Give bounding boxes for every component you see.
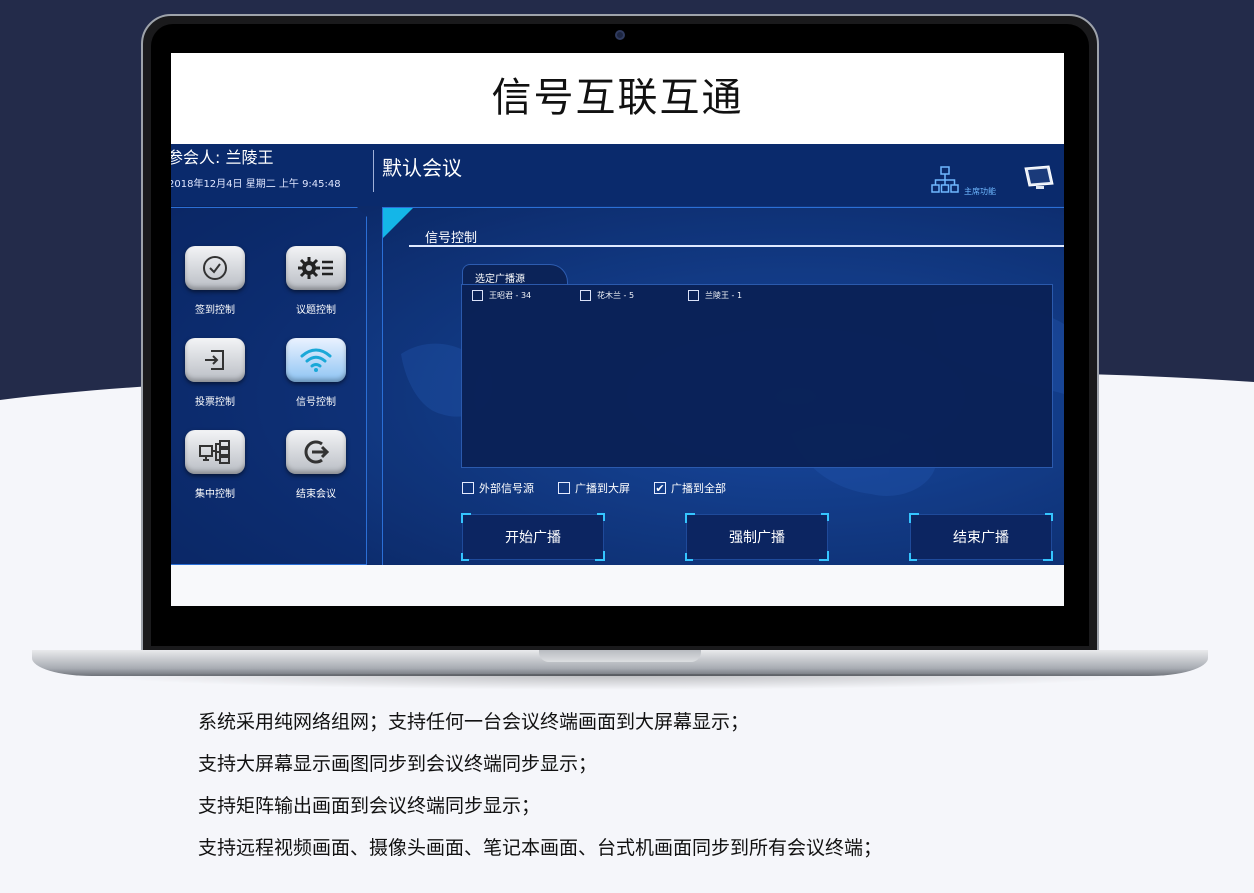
sidebar: 签到控制 议题控制 投票控制 信号控制 集中控制 结束会议: [171, 207, 367, 565]
sidebar-item-checkin[interactable]: 签到控制: [185, 246, 245, 316]
laptop-notch: [539, 650, 701, 662]
enter-icon[interactable]: [185, 338, 245, 382]
checkbox[interactable]: [472, 290, 483, 301]
network-icon[interactable]: [185, 430, 245, 474]
checkbox[interactable]: [558, 482, 570, 494]
end-broadcast-button[interactable]: 结束广播: [909, 513, 1053, 561]
participant-name: 参会人: 兰陵王: [171, 148, 274, 167]
description-line: 支持远程视频画面、摄像头画面、笔记本画面、台式机画面同步到所有会议终端；: [198, 837, 883, 859]
check-icon[interactable]: [185, 246, 245, 290]
broadcast-options: 外部信号源 广播到大屏 ✔ 广播到全部: [462, 480, 750, 496]
checkbox[interactable]: [580, 290, 591, 301]
start-broadcast-button[interactable]: 开始广播: [461, 513, 605, 561]
broadcast-source-list: 王昭君 - 34 花木兰 - 5 兰陵王 - 1: [461, 284, 1053, 468]
source-item[interactable]: 兰陵王 - 1: [688, 290, 796, 301]
option-label: 广播到大屏: [575, 482, 630, 495]
meeting-name: 默认会议: [382, 156, 462, 180]
sidebar-item-label: 信号控制: [296, 397, 336, 408]
laptop-screen: 信号互联互通 参会人: 兰陵王 2018年12月4日 星期二 上午 9:45:4…: [171, 53, 1064, 606]
sidebar-item-end-meeting[interactable]: 结束会议: [286, 430, 346, 500]
option-external-source[interactable]: 外部信号源: [462, 480, 534, 496]
description-line: 支持大屏幕显示画图同步到会议终端同步显示；: [198, 753, 598, 775]
sidebar-item-label: 结束会议: [296, 489, 336, 500]
conference-app: 参会人: 兰陵王 2018年12月4日 星期二 上午 9:45:48 默认会议 …: [171, 144, 1064, 565]
sidebar-item-label: 签到控制: [195, 305, 235, 316]
date-time: 2018年12月4日 星期二 上午 9:45:48: [171, 179, 341, 190]
screen-bottom-strip: [171, 565, 1064, 606]
sidebar-item-signal[interactable]: 信号控制: [286, 338, 346, 408]
screen-title: 信号互联互通: [171, 53, 1064, 144]
description-line: 支持矩阵输出画面到会议终端同步显示；: [198, 795, 541, 817]
option-label: 外部信号源: [479, 482, 534, 495]
header-divider: [373, 150, 374, 192]
host-function-icon[interactable]: [931, 166, 959, 194]
sidebar-item-label: 议题控制: [296, 305, 336, 316]
host-function-label[interactable]: 主席功能: [964, 186, 996, 197]
tab-broadcast-source[interactable]: 选定广播源: [462, 264, 568, 286]
source-item[interactable]: 王昭君 - 34: [472, 290, 580, 301]
option-label: 广播到全部: [671, 482, 726, 495]
checkbox[interactable]: [688, 290, 699, 301]
source-label: 兰陵王 - 1: [705, 291, 743, 300]
sidebar-item-label: 集中控制: [195, 489, 235, 500]
settings-list-icon[interactable]: [286, 246, 346, 290]
force-broadcast-button[interactable]: 强制广播: [685, 513, 829, 561]
sidebar-item-label: 投票控制: [195, 397, 235, 408]
option-broadcast-big-screen[interactable]: 广播到大屏: [558, 480, 630, 496]
sidebar-item-central[interactable]: 集中控制: [185, 430, 245, 500]
exit-icon[interactable]: [286, 430, 346, 474]
checkbox[interactable]: [462, 482, 474, 494]
corner-accent: [383, 208, 413, 238]
section-divider: [409, 245, 1064, 247]
camera-icon: [615, 30, 625, 40]
option-broadcast-all[interactable]: ✔ 广播到全部: [654, 480, 726, 496]
sidebar-item-agenda[interactable]: 议题控制: [286, 246, 346, 316]
section-title: 信号控制: [425, 231, 478, 246]
signal-control-panel: 信号控制 选定广播源 王昭君 - 34 花木兰 - 5 兰陵王 - 1 外部信号…: [382, 207, 1064, 565]
wifi-icon[interactable]: [286, 338, 346, 382]
source-label: 花木兰 - 5: [597, 291, 635, 300]
laptop-shadow: [80, 674, 1160, 690]
app-header: 参会人: 兰陵王 2018年12月4日 星期二 上午 9:45:48 默认会议 …: [171, 144, 1064, 206]
checkbox-checked[interactable]: ✔: [654, 482, 666, 494]
source-label: 王昭君 - 34: [489, 291, 532, 300]
sidebar-item-vote[interactable]: 投票控制: [185, 338, 245, 408]
description-line: 系统采用纯网络组网；支持任何一台会议终端画面到大屏幕显示；: [198, 711, 750, 733]
monitor-icon[interactable]: [1023, 164, 1055, 192]
source-item[interactable]: 花木兰 - 5: [580, 290, 688, 301]
